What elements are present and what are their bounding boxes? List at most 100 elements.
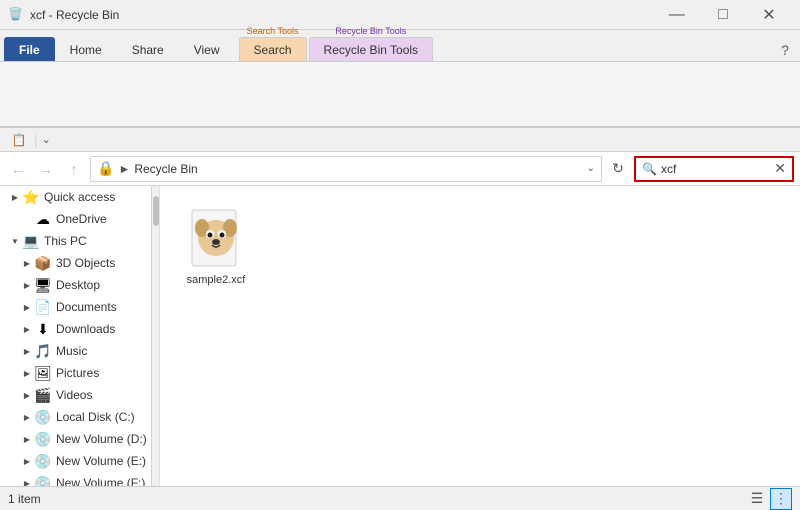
item-label: Videos [56,388,92,402]
sidebar-item-3d-objects[interactable]: ▶📦 3D Objects [0,252,151,274]
item-icon: 📦 [34,254,52,272]
search-icon: 🔍 [642,162,657,176]
quick-access-bar: 📋 | ⌄ [0,128,800,152]
item-label: Downloads [56,322,115,336]
expand-arrow: ▶ [20,457,34,466]
item-label: Music [56,344,87,358]
recycle-tools-group-label: Recycle Bin Tools [335,26,406,36]
item-icon: 🖼 [34,364,52,382]
sidebar: ▶⭐Quick access☁OneDrive▼💻This PC▶📦3D Obj… [0,186,160,486]
expand-arrow: ▶ [20,413,34,422]
item-icon: 💻 [22,232,40,250]
view-buttons: ☰ ⋮ [746,488,792,510]
sidebar-item-local-disk-c[interactable]: ▶💿 Local Disk (C:) [0,406,151,428]
path-text: Recycle Bin [134,162,582,176]
search-box[interactable]: 🔍 ✕ [634,156,794,182]
expand-arrow: ▶ [20,281,34,290]
item-icon: 💿 [34,408,52,426]
tab-file[interactable]: File [4,37,55,61]
sidebar-item-volume-e[interactable]: ▶💿 New Volume (E:) [0,450,151,472]
item-icon: 💿 [34,452,52,470]
qa-dropdown-arrow[interactable]: ⌄ [42,133,51,146]
window-title: xcf - Recycle Bin [30,8,654,22]
ribbon-content [0,62,800,128]
sidebar-scrollbar-thumb[interactable] [153,196,159,226]
tab-search[interactable]: Search [239,37,307,61]
path-icon: 🔒 [97,160,114,177]
item-label: New Volume (F:) [56,476,145,486]
main-content: ▶⭐Quick access☁OneDrive▼💻This PC▶📦3D Obj… [0,186,800,486]
gimp-file-icon [184,206,248,270]
view-tiles-button[interactable]: ⋮ [770,488,792,510]
item-label: Local Disk (C:) [56,410,135,424]
qa-properties-button[interactable]: 📋 [8,129,30,151]
refresh-button[interactable]: ↻ [606,157,630,181]
sidebar-scrollbar[interactable] [151,186,159,486]
sidebar-item-documents[interactable]: ▶📄Documents [0,296,151,318]
search-tools-group-label: Search Tools [247,26,299,36]
file-name: sample2.xcf [187,274,246,286]
address-path[interactable]: 🔒 ► Recycle Bin ⌄ [90,156,602,182]
file-thumbnail [184,206,248,270]
expand-arrow: ▶ [20,479,34,487]
sidebar-item-volume-f[interactable]: ▶💿 New Volume (F:) [0,472,151,486]
minimize-button[interactable]: — [654,0,700,30]
expand-arrow: ▼ [8,237,22,246]
clear-search-icon[interactable]: ✕ [774,160,786,177]
item-icon: ⬇ [34,320,52,338]
expand-arrow: ▶ [20,435,34,444]
window-icon: 🗑️ [8,7,24,23]
maximize-button[interactable]: □ [700,0,746,30]
sidebar-item-downloads[interactable]: ▶⬇ Downloads [0,318,151,340]
item-label: New Volume (E:) [56,454,146,468]
tab-view[interactable]: View [179,37,235,61]
close-button[interactable]: ✕ [746,0,792,30]
item-label: New Volume (D:) [56,432,147,446]
tab-share[interactable]: Share [117,37,179,61]
item-label: Pictures [56,366,99,380]
title-controls: — □ ✕ [654,0,792,30]
status-count: 1 item [8,492,746,506]
address-bar: ← → ↑ 🔒 ► Recycle Bin ⌄ ↻ 🔍 ✕ [0,152,800,186]
item-icon: 🖥 [34,276,52,294]
forward-button[interactable]: → [34,157,58,181]
search-input[interactable] [661,162,774,176]
sidebar-item-pictures[interactable]: ▶🖼 Pictures [0,362,151,384]
expand-arrow: ▶ [20,259,34,268]
expand-arrow: ▶ [8,193,22,202]
expand-arrow: ▶ [20,347,34,356]
expand-arrow: ▶ [20,325,34,334]
expand-arrow: ▶ [20,391,34,400]
quick-access-toolbar [8,62,792,126]
file-item[interactable]: sample2.xcf [176,202,256,290]
item-icon: 🎬 [34,386,52,404]
item-label: Desktop [56,278,100,292]
sidebar-item-this-pc[interactable]: ▼💻 This PC [0,230,151,252]
sidebar-item-volume-d[interactable]: ▶💿 New Volume (D:) [0,428,151,450]
sidebar-item-desktop[interactable]: ▶🖥 Desktop [0,274,151,296]
item-icon: ⭐ [22,188,40,206]
sidebar-item-quick-access[interactable]: ▶⭐ Quick access [0,186,151,208]
sidebar-inner: ▶⭐Quick access☁OneDrive▼💻This PC▶📦3D Obj… [0,186,151,486]
tab-recycle[interactable]: Recycle Bin Tools [309,37,434,61]
item-label: Quick access [44,190,115,204]
expand-arrow: ▶ [20,369,34,378]
sidebar-item-onedrive[interactable]: ☁OneDrive [0,208,151,230]
item-icon: ☁ [34,210,52,228]
ribbon-tabs: File Home Share View Search Tools Search… [0,30,800,62]
item-icon: 📄 [34,298,52,316]
address-dropdown-arrow[interactable]: ⌄ [587,163,595,174]
back-button[interactable]: ← [6,157,30,181]
item-label: This PC [44,234,87,248]
item-icon: 💿 [34,430,52,448]
status-bar: 1 item ☰ ⋮ [0,486,800,510]
up-button[interactable]: ↑ [62,157,86,181]
item-label: 3D Objects [56,256,115,270]
help-button[interactable]: ? [774,39,796,61]
view-details-button[interactable]: ☰ [746,488,768,510]
sidebar-item-videos[interactable]: ▶🎬 Videos [0,384,151,406]
item-icon: 💿 [34,474,52,486]
sidebar-item-music[interactable]: ▶🎵 Music [0,340,151,362]
item-icon: 🎵 [34,342,52,360]
tab-home[interactable]: Home [55,37,117,61]
